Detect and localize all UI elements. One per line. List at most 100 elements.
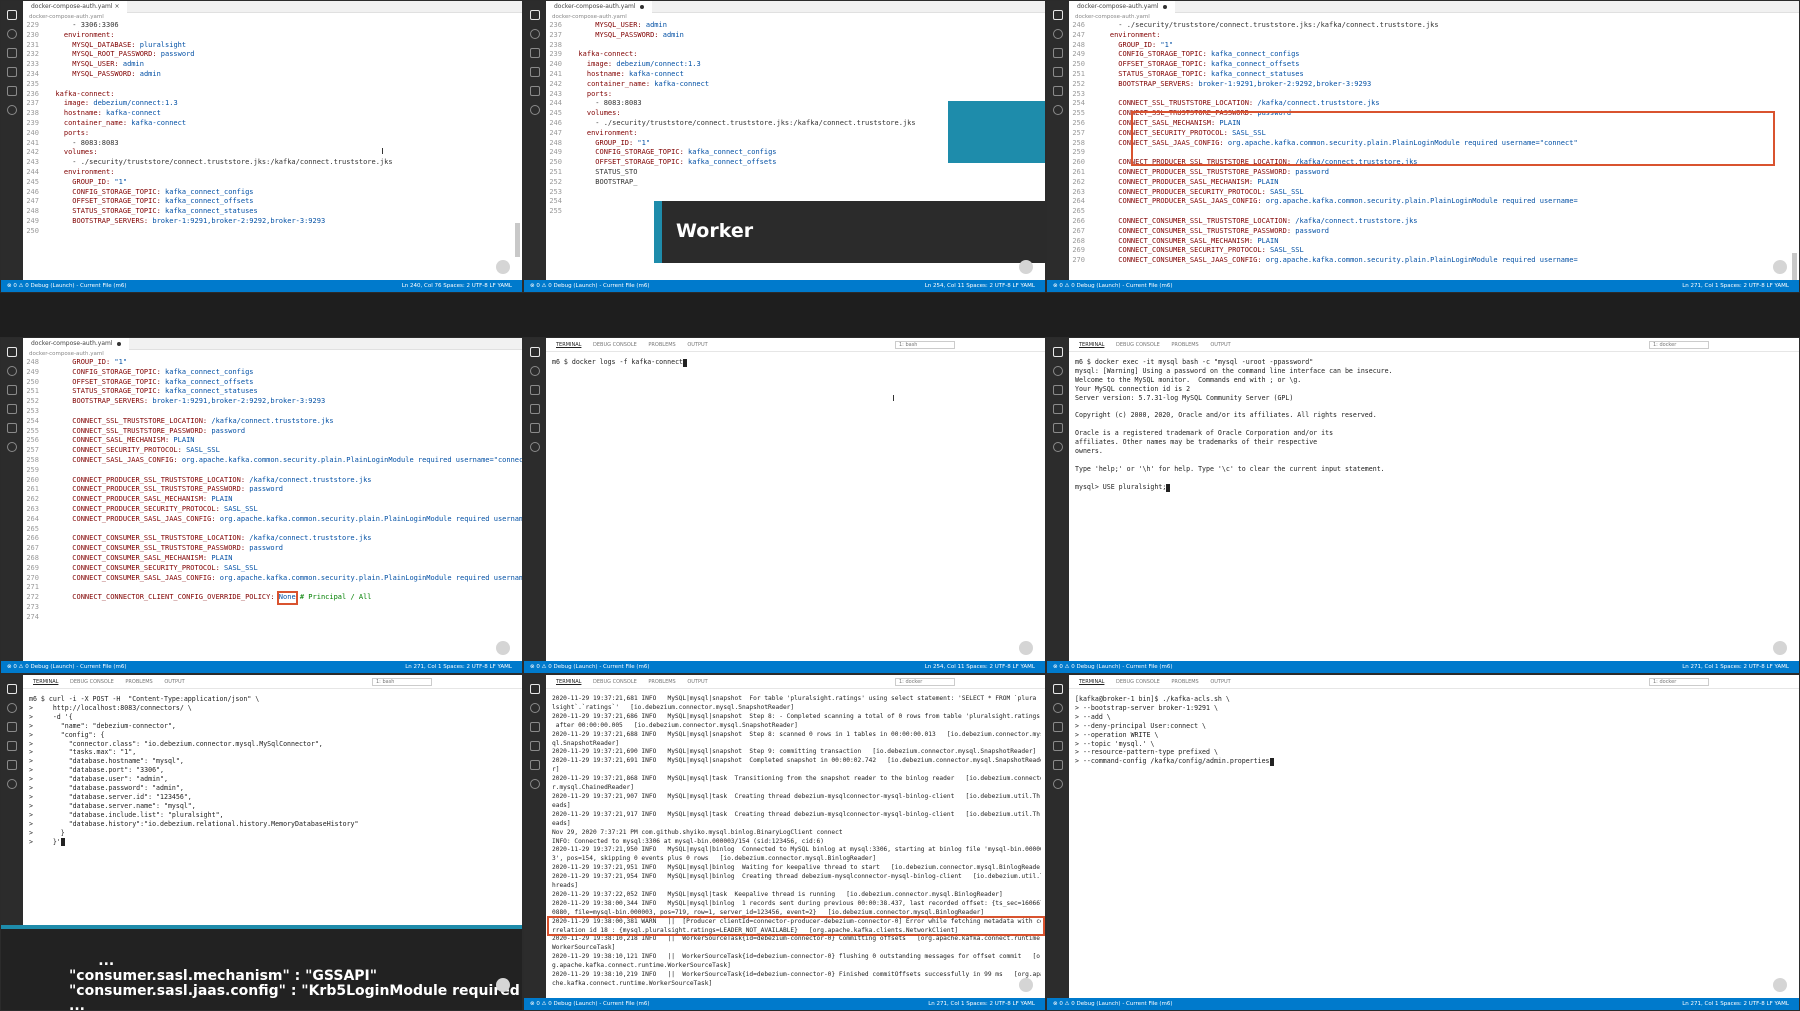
explorer-icon[interactable]: [530, 347, 540, 357]
search-icon[interactable]: [530, 29, 540, 39]
extensions-icon[interactable]: [7, 423, 17, 433]
search-icon[interactable]: [1053, 703, 1063, 713]
tab-output[interactable]: OUTPUT: [164, 679, 184, 685]
tab-terminal[interactable]: TERMINAL: [1079, 342, 1104, 348]
source-control-icon[interactable]: [530, 722, 540, 732]
source-control-icon[interactable]: [7, 722, 17, 732]
shell-select[interactable]: 1: docker: [895, 678, 955, 686]
explorer-icon[interactable]: [530, 684, 540, 694]
docker-icon[interactable]: [1053, 779, 1063, 789]
docker-icon[interactable]: [530, 779, 540, 789]
run-debug-icon[interactable]: [1053, 741, 1063, 751]
docker-icon[interactable]: [7, 779, 17, 789]
tab-docker-compose[interactable]: docker-compose-auth.yaml: [546, 1, 652, 13]
live-share-icon[interactable]: [1773, 260, 1787, 274]
search-icon[interactable]: [7, 703, 17, 713]
terminal-output[interactable]: [kafka@broker-1 bin]$ ./kafka-acls.sh \ …: [1075, 695, 1795, 996]
terminal-output[interactable]: m6 $ docker exec -it mysql bash -c "mysq…: [1075, 358, 1795, 659]
explorer-icon[interactable]: [1053, 684, 1063, 694]
extensions-icon[interactable]: [530, 86, 540, 96]
extensions-icon[interactable]: [7, 86, 17, 96]
shell-select[interactable]: 1: docker: [1649, 341, 1709, 349]
docker-icon[interactable]: [530, 442, 540, 452]
live-share-icon[interactable]: [1019, 978, 1033, 992]
docker-icon[interactable]: [1053, 442, 1063, 452]
tab-problems[interactable]: PROBLEMS: [648, 679, 675, 685]
live-share-icon[interactable]: [1773, 641, 1787, 655]
tab-debug-console[interactable]: DEBUG CONSOLE: [593, 342, 637, 348]
tab-terminal[interactable]: TERMINAL: [556, 679, 581, 685]
extensions-icon[interactable]: [1053, 423, 1063, 433]
source-control-icon[interactable]: [1053, 722, 1063, 732]
scrollbar[interactable]: [1792, 253, 1797, 283]
code-editor[interactable]: 248 GROUP_ID: "1" 249 CONFIG_STORAGE_TOPI…: [23, 358, 522, 661]
live-share-icon[interactable]: [1773, 978, 1787, 992]
tab-docker-compose[interactable]: docker-compose-auth.yaml ×: [23, 1, 128, 13]
tab-problems[interactable]: PROBLEMS: [648, 342, 675, 348]
tab-terminal[interactable]: TERMINAL: [556, 342, 581, 348]
tab-output[interactable]: OUTPUT: [1210, 342, 1230, 348]
tab-output[interactable]: OUTPUT: [687, 342, 707, 348]
tab-terminal[interactable]: TERMINAL: [33, 679, 58, 685]
tab-problems[interactable]: PROBLEMS: [1171, 679, 1198, 685]
extensions-icon[interactable]: [1053, 760, 1063, 770]
extensions-icon[interactable]: [1053, 86, 1063, 96]
search-icon[interactable]: [7, 366, 17, 376]
source-control-icon[interactable]: [530, 48, 540, 58]
explorer-icon[interactable]: [7, 684, 17, 694]
live-share-icon[interactable]: [496, 978, 510, 992]
tab-problems[interactable]: PROBLEMS: [125, 679, 152, 685]
docker-icon[interactable]: [1053, 105, 1063, 115]
run-debug-icon[interactable]: [7, 741, 17, 751]
source-control-icon[interactable]: [1053, 385, 1063, 395]
terminal-output[interactable]: 2020-11-29 19:37:21,681 INFO MySQL|mysql…: [552, 695, 1041, 996]
docker-icon[interactable]: [7, 105, 17, 115]
extensions-icon[interactable]: [530, 423, 540, 433]
explorer-icon[interactable]: [7, 10, 17, 20]
tab-terminal[interactable]: TERMINAL: [1079, 679, 1104, 685]
live-share-icon[interactable]: [1019, 260, 1033, 274]
source-control-icon[interactable]: [7, 385, 17, 395]
run-debug-icon[interactable]: [1053, 67, 1063, 77]
explorer-icon[interactable]: [1053, 10, 1063, 20]
tab-output[interactable]: OUTPUT: [1210, 679, 1230, 685]
docker-icon[interactable]: [7, 442, 17, 452]
live-share-icon[interactable]: [496, 641, 510, 655]
run-debug-icon[interactable]: [530, 741, 540, 751]
shell-select[interactable]: 1: docker: [1649, 678, 1709, 686]
shell-select[interactable]: 1: bash: [895, 341, 955, 349]
tab-problems[interactable]: PROBLEMS: [1171, 342, 1198, 348]
extensions-icon[interactable]: [7, 760, 17, 770]
tab-output[interactable]: OUTPUT: [687, 679, 707, 685]
scrollbar[interactable]: [515, 223, 520, 257]
search-icon[interactable]: [530, 703, 540, 713]
live-share-icon[interactable]: [496, 260, 510, 274]
code-editor[interactable]: 229 - 3306:3306 230 environment: 231 MYSQL…: [23, 21, 522, 280]
tab-docker-compose[interactable]: docker-compose-auth.yaml: [1069, 1, 1175, 13]
search-icon[interactable]: [1053, 366, 1063, 376]
shell-select[interactable]: 1: bash: [372, 678, 432, 686]
explorer-icon[interactable]: [1053, 347, 1063, 357]
tab-debug-console[interactable]: DEBUG CONSOLE: [1116, 679, 1160, 685]
source-control-icon[interactable]: [7, 48, 17, 58]
search-icon[interactable]: [530, 366, 540, 376]
terminal-output[interactable]: m6 $ docker logs -f kafka-connect: [552, 358, 1041, 659]
run-debug-icon[interactable]: [530, 67, 540, 77]
extensions-icon[interactable]: [530, 760, 540, 770]
tab-debug-console[interactable]: DEBUG CONSOLE: [70, 679, 114, 685]
search-icon[interactable]: [7, 29, 17, 39]
explorer-icon[interactable]: [7, 347, 17, 357]
search-icon[interactable]: [1053, 29, 1063, 39]
run-debug-icon[interactable]: [1053, 404, 1063, 414]
live-share-icon[interactable]: [1019, 641, 1033, 655]
source-control-icon[interactable]: [1053, 48, 1063, 58]
run-debug-icon[interactable]: [7, 67, 17, 77]
source-control-icon[interactable]: [530, 385, 540, 395]
tab-debug-console[interactable]: DEBUG CONSOLE: [1116, 342, 1160, 348]
docker-icon[interactable]: [530, 105, 540, 115]
run-debug-icon[interactable]: [7, 404, 17, 414]
tab-docker-compose[interactable]: docker-compose-auth.yaml: [23, 338, 129, 350]
explorer-icon[interactable]: [530, 10, 540, 20]
tab-debug-console[interactable]: DEBUG CONSOLE: [593, 679, 637, 685]
run-debug-icon[interactable]: [530, 404, 540, 414]
